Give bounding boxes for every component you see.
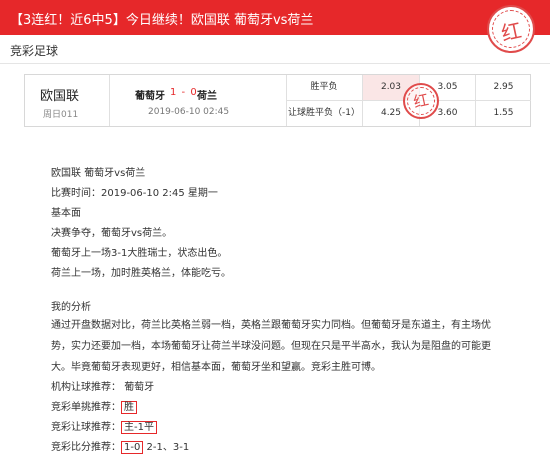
red-stamp-badge: 红 [487, 5, 535, 53]
analysis-paragraph: 通过开盘数据对比，荷兰比英格兰弱一档，英格兰跟葡萄牙实力同档。但葡萄牙是东道主，… [51, 320, 491, 373]
article-line: 决赛争夺，葡萄牙vs荷兰。 [51, 228, 173, 239]
article-heading: 基本面 [51, 208, 81, 219]
match-code: 周日011 [43, 110, 79, 120]
section-title: 竞彩足球 [10, 44, 59, 58]
odds-value-away: 1.55 [493, 108, 514, 118]
article-line: 欧国联 葡萄牙vs荷兰 [51, 168, 146, 179]
recommendation-single: 竞彩单挑推荐：胜 [51, 398, 137, 414]
rec-value-highlight: 1-0 [121, 441, 144, 454]
recommendation-score: 竞彩比分推荐： 1-0 2-1、3-1 [51, 438, 190, 454]
article-line: 葡萄牙上一场3-1大胜瑞士，状态出色。 [51, 248, 228, 259]
rec-label: 竞彩比分推荐： [51, 442, 121, 453]
article-line: 比赛时间：2019-06-10 2:45 星期一 [51, 188, 218, 199]
match-score: 1 - 0 [170, 87, 198, 98]
rec-label: 竞彩单挑推荐： [51, 402, 121, 413]
red-result-stamp: 红 [403, 83, 439, 119]
rec-label: 竞彩让球推荐： [51, 422, 121, 433]
rec-value: 葡萄牙 [124, 382, 155, 393]
banner-title: 【3连红！近6中5】今日继续！欧国联 葡萄牙vs荷兰 [10, 13, 314, 28]
league-name: 欧国联 [40, 89, 80, 104]
odds-label: 让球胜平负（-1） [288, 108, 360, 118]
analysis-heading: 我的分析 [51, 302, 91, 313]
odds-value-away: 2.95 [493, 82, 514, 92]
home-team: 葡萄牙 [135, 91, 165, 102]
top-banner: 【3连红！近6中5】今日继续！欧国联 葡萄牙vs荷兰 [0, 0, 550, 35]
rec-value: 2-1、3-1 [146, 442, 190, 453]
match-card[interactable]: 欧国联 周日011 葡萄牙 1 - 0 荷兰 2019-06-10 02:45 … [24, 74, 531, 127]
stamp-text: 红 [411, 90, 431, 112]
recommendation-handicap: 竞彩让球推荐： 主-1平 [51, 418, 157, 434]
rec-value-highlight: 主-1平 [121, 421, 157, 434]
rec-label: 机构让球推荐： [51, 382, 121, 393]
stamp-text: 红 [499, 18, 524, 46]
rec-value-highlight: 胜 [121, 401, 137, 414]
article-line: 荷兰上一场，加时胜英格兰，体能吃亏。 [51, 268, 231, 279]
match-datetime: 2019-06-10 02:45 [148, 107, 230, 117]
recommendation-org: 机构让球推荐： 葡萄牙 [51, 378, 154, 393]
odds-label: 胜平负 [310, 82, 338, 92]
section-divider [0, 63, 550, 64]
away-team: 荷兰 [197, 91, 217, 102]
card-divider [109, 75, 110, 126]
